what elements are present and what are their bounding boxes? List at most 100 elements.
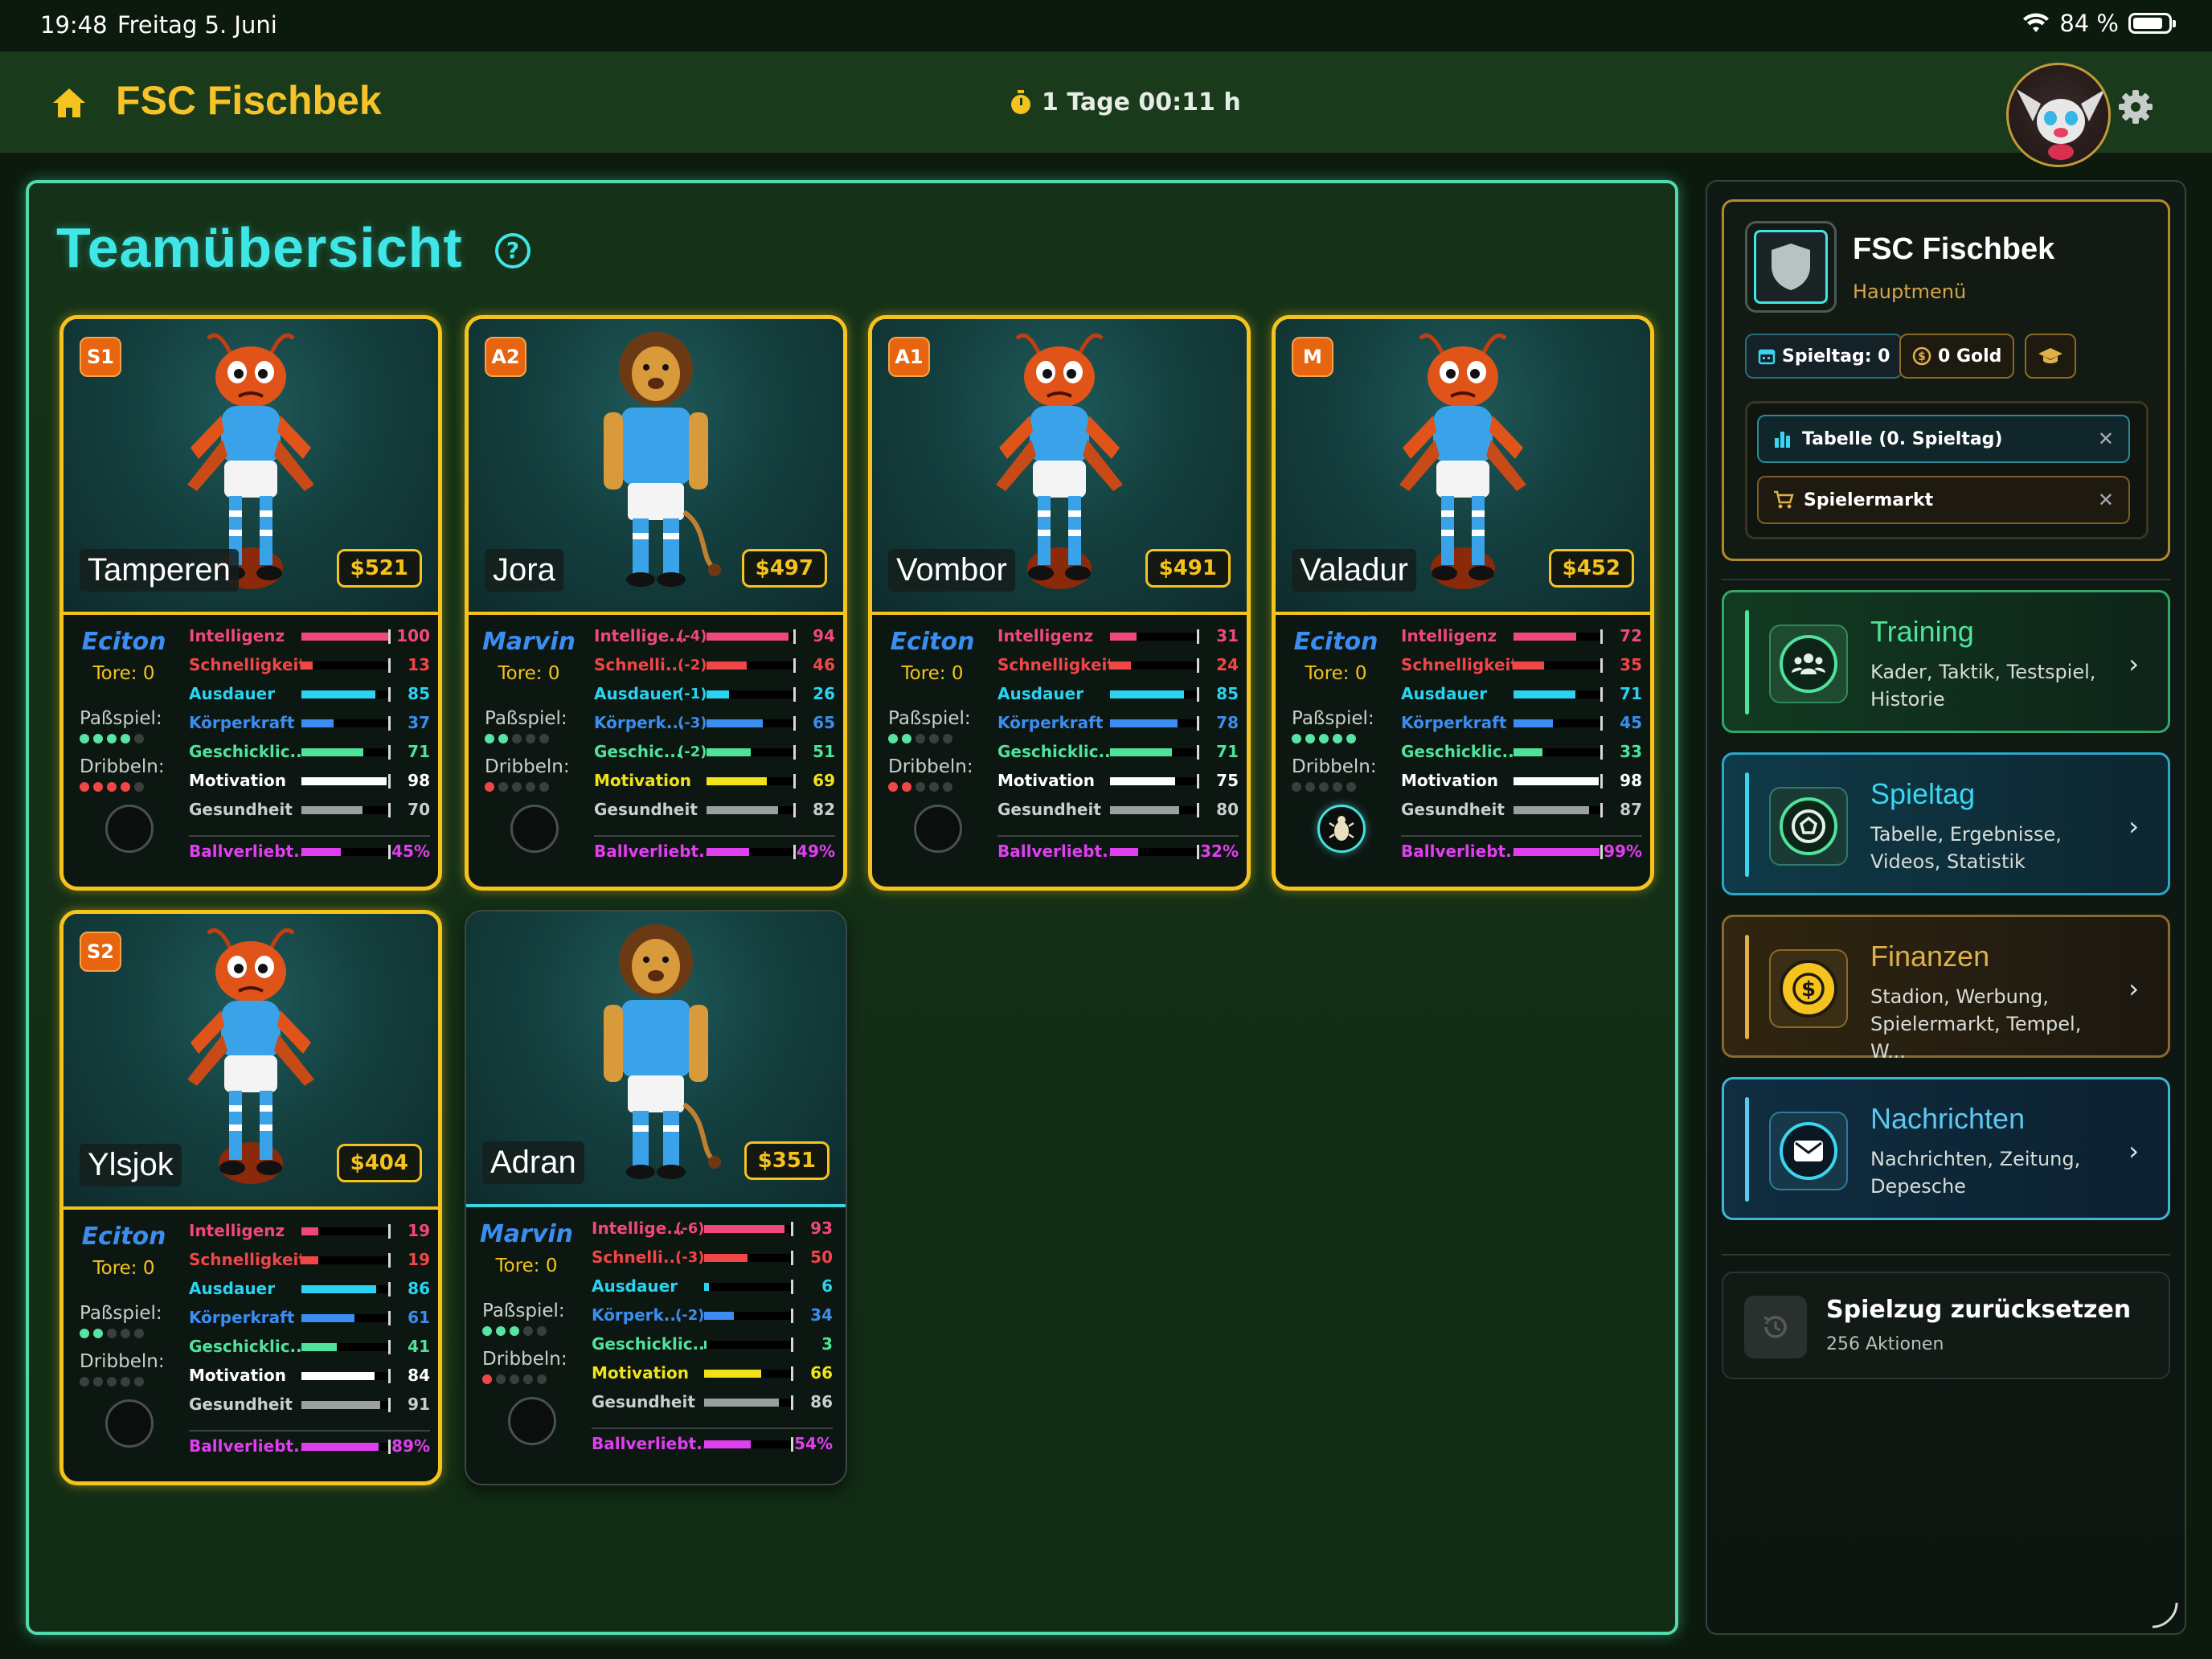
rating-dot (916, 734, 925, 743)
stat-bar-tick (1197, 629, 1199, 644)
close-icon[interactable]: ✕ (2098, 489, 2114, 511)
position-badge: A1 (888, 337, 930, 377)
goals-count: Tore: 0 (92, 1258, 155, 1279)
stat-bar-tick (791, 1309, 793, 1323)
stat-bar (301, 719, 388, 727)
rating-dot (512, 782, 522, 792)
stat-value: 82 (813, 800, 835, 819)
item-slot[interactable] (510, 805, 559, 853)
cart-icon (1774, 490, 1794, 509)
pass-rating (888, 734, 952, 743)
stat-bar (301, 1227, 388, 1235)
goals-count: Tore: 0 (495, 1256, 558, 1276)
stat-value: 100 (396, 626, 430, 645)
player-card[interactable]: Adran $351 Marvin Tore: 0 Paßspiel: Dribbeln:… (465, 910, 847, 1485)
status-date: Freitag 5. Juni (117, 11, 277, 39)
player-card[interactable]: S2 Ylsjok $404 Eciton Tore: 0 Paßspiel: Dribbe… (59, 910, 442, 1485)
stat-bar-tick (388, 687, 391, 702)
graduation-chip[interactable] (2025, 334, 2076, 379)
stat-label: Gesundheit (594, 800, 698, 819)
stat-label: Intelligenz (997, 626, 1094, 645)
stat-bar-tick (793, 629, 796, 644)
stat-value: 80 (1216, 800, 1239, 819)
stat-value: 19 (408, 1221, 430, 1240)
stat-row: Gesundheit 82 (594, 795, 835, 824)
menu-training[interactable]: Training Kader, Taktik, Testspiel, Histo… (1722, 590, 2170, 733)
stat-label: Intelligenz (1401, 626, 1497, 645)
stopwatch-icon (1011, 89, 1030, 114)
stat-bar-fill (301, 690, 375, 698)
menu-nachrichten[interactable]: Nachrichten Nachrichten, Zeitung, Depesc… (1722, 1077, 2170, 1220)
stat-row: Schnelli... (-3) 50 (592, 1243, 833, 1272)
player-card[interactable]: A2 Jora $497 Marvin Tore: 0 Paßspiel: Dribbeln… (465, 315, 847, 891)
stat-label: Geschicklic... (189, 742, 301, 761)
svg-text:$: $ (1918, 350, 1926, 363)
item-slot[interactable] (914, 805, 962, 853)
stat-bar-fill (707, 662, 747, 670)
rating-dot (107, 1329, 117, 1338)
close-icon[interactable]: ✕ (2098, 428, 2114, 450)
stat-bar-tick (793, 687, 796, 702)
menu-spieltag[interactable]: Spieltag Tabelle, Ergebnisse, Videos, St… (1722, 752, 2170, 895)
stat-bar (1110, 748, 1197, 756)
accent-bar (1745, 935, 1749, 1039)
stat-row: Intelligenz 31 (997, 621, 1239, 650)
stat-bar (301, 806, 388, 814)
player-card[interactable]: S1 Tamperen $521 Eciton Tore: 0 Paßspiel: Drib… (59, 315, 442, 891)
stat-bar-fill (1514, 719, 1553, 727)
item-slot[interactable] (105, 805, 154, 853)
stat-bar-tick (388, 1440, 391, 1454)
help-icon[interactable]: ? (495, 233, 530, 268)
player-card[interactable]: A1 Vombor $491 Eciton Tore: 0 Paßspiel: Dribbe… (868, 315, 1251, 891)
home-icon[interactable] (51, 87, 87, 119)
stat-bar (704, 1254, 791, 1262)
goals-count: Tore: 0 (92, 663, 155, 684)
stat-bar-tick (388, 1340, 391, 1354)
stat-label: Schnelligkeit (189, 655, 301, 674)
rating-dot (121, 734, 130, 743)
stat-bar (704, 1312, 791, 1320)
stat-row: Körperkraft 37 (189, 708, 430, 737)
reset-move-button[interactable]: Spielzug zurücksetzen 256 Aktionen (1722, 1272, 2170, 1379)
rating-dot (485, 734, 494, 743)
stat-bar-tick (1197, 803, 1199, 817)
user-avatar[interactable] (2006, 63, 2111, 167)
menu-spieltag-desc: Tabelle, Ergebnisse, Videos, Statistik (1870, 823, 2062, 873)
stat-row: Intelligenz 19 (189, 1216, 430, 1245)
stat-bar-fill (707, 848, 749, 856)
item-slot[interactable] (105, 1399, 154, 1448)
gear-icon[interactable] (2117, 88, 2154, 125)
stat-value: 98 (408, 771, 430, 790)
stat-bar-tick (1600, 658, 1603, 673)
stat-row: Ballverliebt... 49% (594, 835, 835, 864)
rating-dot (80, 782, 89, 792)
player-card[interactable]: M Valadur $452 Eciton Tore: 0 Paßspiel: Dribbe… (1272, 315, 1654, 891)
stat-bar-fill (301, 633, 388, 641)
stat-bar-tick (388, 845, 391, 859)
menu-finanzen[interactable]: $ Finanzen Stadion, Werbung, Spielermark… (1722, 915, 2170, 1063)
stat-modifier: (-2) (678, 657, 707, 674)
stat-bar-tick (1197, 687, 1199, 702)
club-crest[interactable] (1745, 221, 1837, 313)
stat-row: Schnelligkeit 35 (1401, 650, 1642, 679)
stat-bar-fill (704, 1254, 748, 1262)
stat-bar-tick (791, 1280, 793, 1294)
stat-bar (301, 662, 388, 670)
matchday-chip[interactable]: Spieltag: 0 (1745, 334, 1903, 379)
stat-bar (301, 748, 388, 756)
item-slot[interactable] (1317, 805, 1366, 853)
stat-bar-fill (1514, 633, 1576, 641)
item-slot[interactable] (508, 1397, 556, 1445)
resize-handle-icon[interactable] (2149, 1600, 2178, 1628)
stat-value: 35 (1620, 655, 1642, 674)
stat-bar-tick (388, 658, 391, 673)
stat-value: 89% (391, 1436, 430, 1456)
rating-dot (80, 1329, 89, 1338)
stat-label: Geschicklic... (592, 1334, 704, 1354)
tab-spielermarkt[interactable]: Spielermarkt ✕ (1757, 476, 2130, 524)
gold-chip[interactable]: $ 0 Gold (1899, 334, 2015, 379)
tab-tabelle[interactable]: Tabelle (0. Spieltag) ✕ (1757, 415, 2130, 463)
player-name: Jora (485, 549, 563, 592)
club-title[interactable]: FSC Fischbek (116, 77, 382, 124)
stat-row: Motivation 98 (189, 766, 430, 795)
